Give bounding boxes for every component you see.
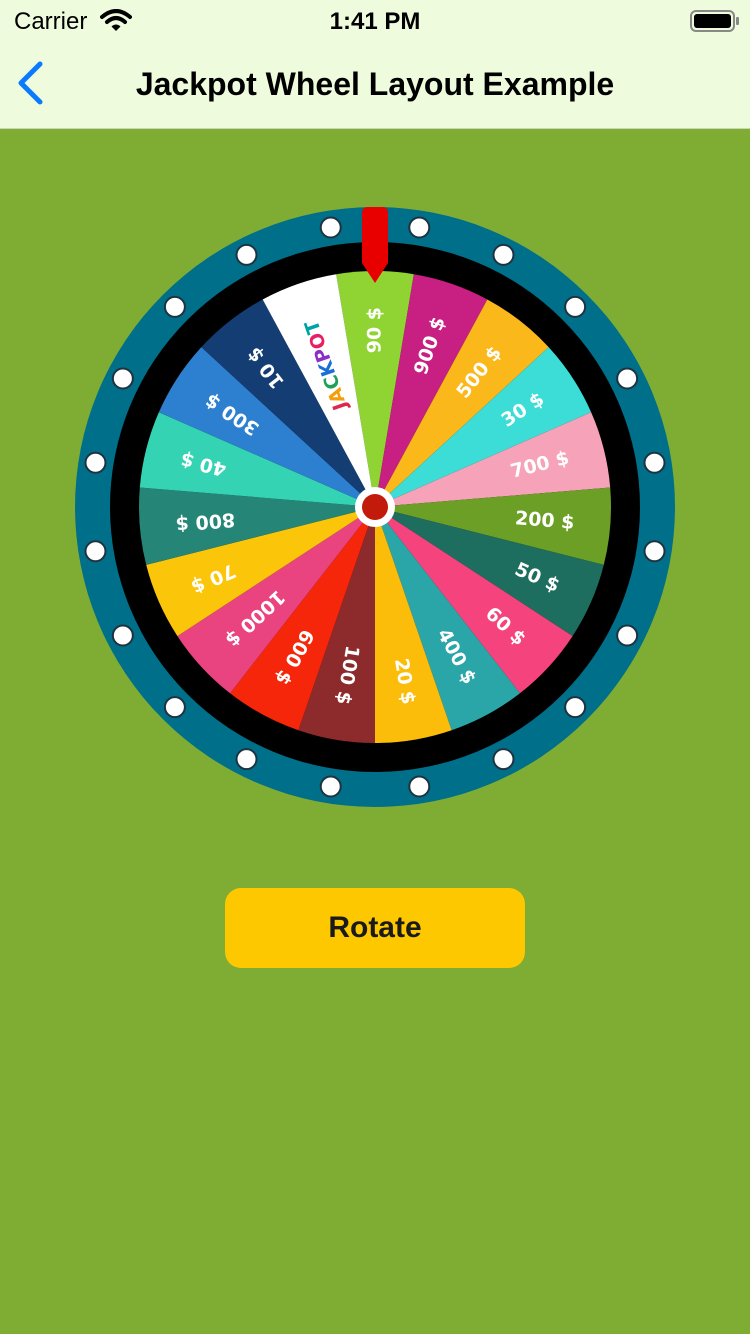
jackpot-wheel: 90 $900 $500 $30 $700 $200 $50 $60 $400 … xyxy=(73,205,677,809)
rotate-button[interactable]: Rotate xyxy=(225,888,525,968)
rim-light xyxy=(643,451,666,474)
rim-light xyxy=(408,216,431,239)
rim-light xyxy=(564,696,587,719)
battery-icon xyxy=(690,9,740,38)
slice-label: 90 $ xyxy=(364,307,386,353)
rim-light xyxy=(111,367,134,390)
status-bar: Carrier 1:41 PM xyxy=(0,0,750,40)
rim-light xyxy=(111,624,134,647)
rim-light xyxy=(163,295,186,318)
rim-light xyxy=(408,775,431,798)
rim-light xyxy=(235,243,258,266)
rim-light xyxy=(643,540,666,563)
rim-light xyxy=(616,624,639,647)
rim-light xyxy=(163,696,186,719)
rim-light xyxy=(492,243,515,266)
rim-light xyxy=(564,295,587,318)
rim-light xyxy=(616,367,639,390)
page-title: Jackpot Wheel Layout Example xyxy=(135,66,615,102)
clock: 1:41 PM xyxy=(329,8,421,35)
rim-light xyxy=(492,748,515,771)
hub-center xyxy=(362,494,388,520)
wheel-graphic: 90 $900 $500 $30 $700 $200 $50 $60 $400 … xyxy=(75,207,675,807)
rim-light xyxy=(319,775,342,798)
navigation-bar: Jackpot Wheel Layout Example xyxy=(0,40,750,129)
rim-light xyxy=(319,216,342,239)
rim-light xyxy=(235,748,258,771)
rim-light xyxy=(84,540,107,563)
rim-light xyxy=(84,451,107,474)
